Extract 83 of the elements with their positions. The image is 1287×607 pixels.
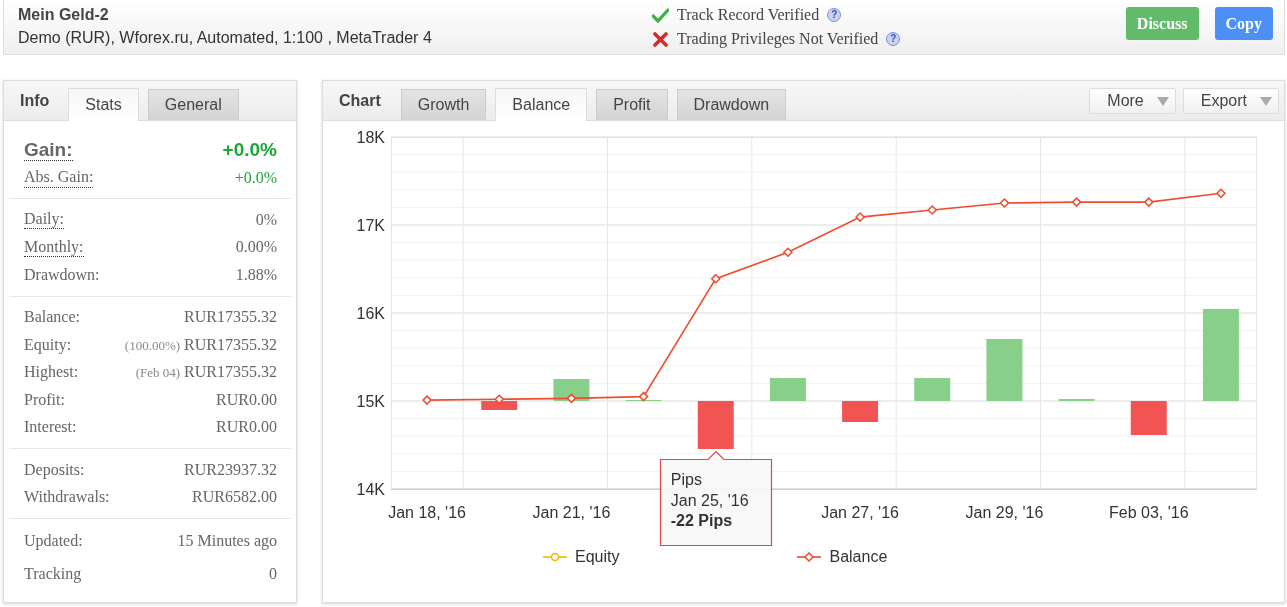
stat-label: Profit:: [24, 389, 65, 410]
stat-label: Withdrawals:: [24, 487, 110, 508]
stat-value: RUR17355.32: [184, 362, 277, 383]
point-marker-icon: [927, 204, 938, 216]
pips-bar: [481, 401, 518, 410]
point-marker-icon: [1071, 197, 1082, 208]
stat-note: (Feb 04): [135, 364, 181, 383]
x-axis-label: Feb 03, '16: [1108, 504, 1189, 521]
x-axis-label: Jan 29, '16: [965, 504, 1044, 521]
point-marker-icon: [782, 247, 793, 258]
stat-note: (100.00%): [124, 336, 181, 355]
account-subtitle: Demo (RUR), Wforex.ru, Automated, 1:100 , MetaTrader 4: [18, 27, 433, 48]
tab[interactable]: Growth: [400, 89, 487, 120]
tab[interactable]: Balance: [495, 88, 588, 121]
stat-label: Balance:: [24, 307, 80, 328]
caret-icon: [1260, 96, 1272, 106]
account-title: Mein Geld-2: [18, 4, 110, 25]
stat-label: Daily:: [24, 210, 64, 230]
tab[interactable]: Profit: [596, 89, 668, 120]
verification-status: Track Record Verified: [677, 5, 820, 25]
point-marker-icon: [855, 212, 866, 223]
point-marker-icon: [494, 394, 505, 405]
pips-bar: [1130, 401, 1167, 435]
stat-value: RUR0.00: [216, 389, 277, 410]
pips-bar: [842, 401, 879, 422]
stat-value: RUR0.00: [216, 417, 277, 438]
y-axis-label: 16K: [356, 305, 385, 322]
dropdown-button[interactable]: More: [1089, 88, 1176, 114]
tab[interactable]: Drawdown: [676, 89, 787, 120]
help-icon[interactable]: ?: [886, 32, 901, 46]
point-marker-icon: [638, 391, 649, 402]
x-axis-label: Jan 18, '16: [388, 504, 466, 521]
stat-value: RUR23937.32: [184, 459, 277, 480]
stat-value: 0.00%: [235, 237, 277, 258]
y-axis-label: 18K: [356, 129, 385, 146]
point-marker-icon: [1215, 188, 1226, 199]
point-marker-icon: [566, 393, 577, 404]
pips-bar: [986, 339, 1023, 401]
stat-value: 15 Minutes ago: [177, 530, 277, 552]
pips-bar: [697, 401, 734, 449]
stat-value: RUR17355.32: [184, 334, 277, 355]
point-marker-icon: [1143, 197, 1154, 208]
point-marker-icon: [999, 197, 1010, 209]
pips-bar: [769, 378, 806, 401]
point-marker-icon: [710, 273, 721, 284]
stat-label: Interest:: [24, 417, 77, 438]
stat-label: Updated:: [24, 530, 83, 552]
tab[interactable]: General: [147, 89, 239, 120]
stat-label: Tracking: [24, 563, 82, 585]
pips-bar: [914, 378, 951, 401]
dropdown-button[interactable]: Export: [1182, 88, 1279, 114]
stat-label: Equity:: [24, 334, 72, 356]
legend-label: Equity: [575, 547, 620, 567]
stat-label: Deposits:: [24, 459, 85, 481]
help-icon[interactable]: ?: [827, 8, 842, 22]
stat-label: Abs. Gain:: [24, 168, 94, 188]
tooltip-value: -22 Pips: [670, 511, 734, 531]
panel-title: Chart: [338, 90, 381, 111]
y-axis-label: 15K: [356, 393, 385, 410]
stat-value: +0.0%: [222, 137, 277, 162]
stat-value: RUR6582.00: [192, 487, 277, 508]
stat-value: 0%: [255, 209, 277, 230]
y-axis-label: 14K: [356, 481, 385, 498]
stat-label: Highest:: [24, 362, 79, 383]
point-marker-icon: [422, 395, 433, 406]
tooltip-series: Pips: [670, 470, 703, 490]
stat-label: Gain:: [24, 138, 73, 162]
stat-value: RUR17355.32: [184, 307, 277, 328]
stat-value: +0.0%: [234, 168, 277, 188]
x-axis-label: Jan 27, '16: [821, 504, 899, 521]
stat-value: 0: [269, 563, 277, 584]
x-axis-label: Jan 21, '16: [532, 504, 611, 521]
stat-label: Drawdown:: [24, 264, 100, 285]
tab[interactable]: Stats: [68, 88, 139, 121]
legend-label: Balance: [829, 547, 888, 567]
stat-value: 1.88%: [235, 264, 277, 285]
pips-bar: [553, 379, 590, 401]
tooltip-date: Jan 25, '16: [670, 490, 750, 511]
y-axis-label: 17K: [356, 217, 385, 234]
stat-label: Monthly:: [24, 237, 84, 257]
caret-icon: [1156, 96, 1169, 106]
verification-status: Trading Privileges Not Verified: [677, 29, 879, 50]
panel-title: Info: [19, 90, 50, 111]
